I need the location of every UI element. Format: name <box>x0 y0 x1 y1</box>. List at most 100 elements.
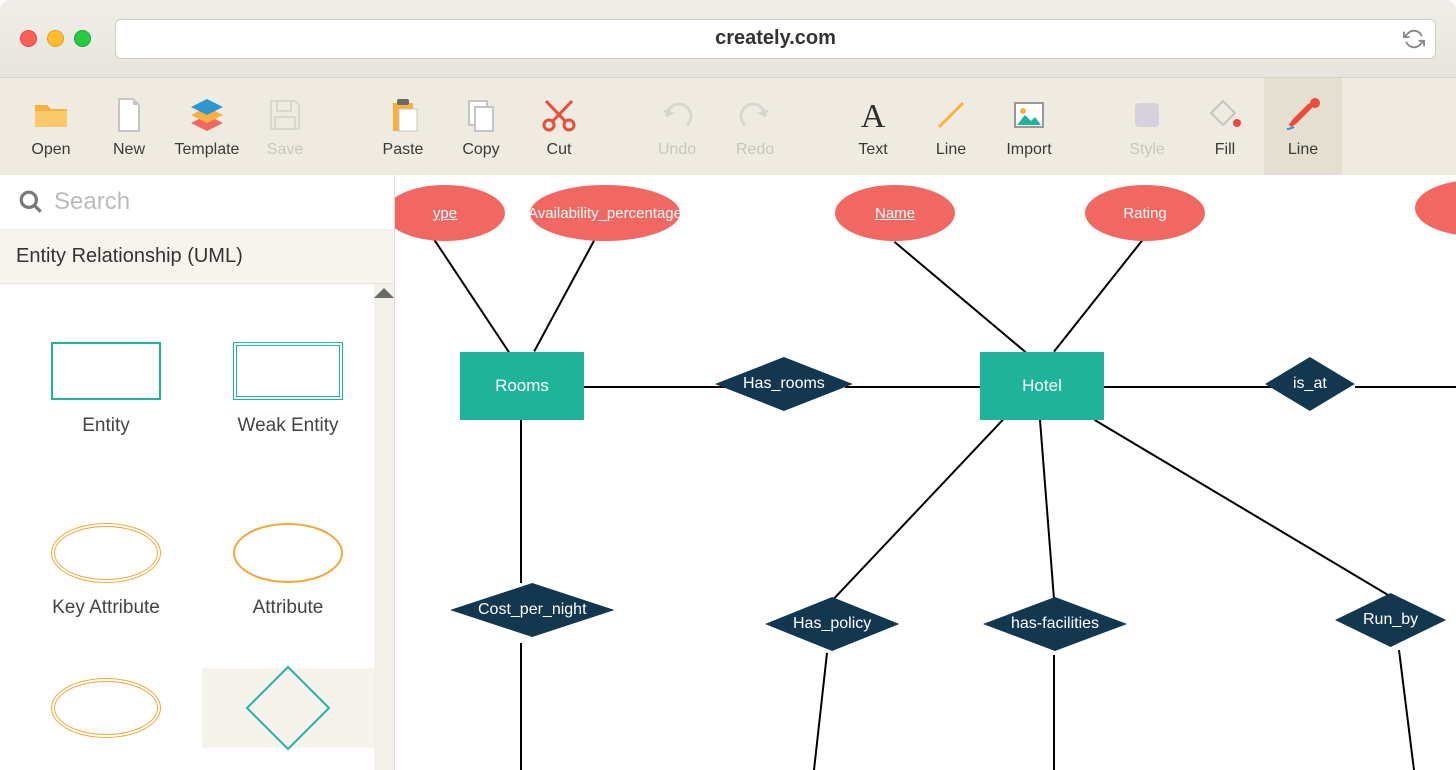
svg-text:A: A <box>861 98 886 135</box>
line-style-button[interactable]: Line <box>1264 78 1342 175</box>
minimize-window-button[interactable] <box>47 30 64 47</box>
diagram-edge[interactable] <box>834 418 1005 599</box>
er-relationship[interactable]: Has_policy <box>765 597 899 651</box>
text-icon: A <box>853 95 893 135</box>
er-attribute[interactable]: St <box>1415 180 1456 236</box>
er-relationship[interactable]: has-facilities <box>983 597 1127 651</box>
cut-button[interactable]: Cut <box>520 78 598 175</box>
shape-label: Weak Entity <box>237 415 338 437</box>
browser-chrome: creately.com <box>0 0 1456 78</box>
shape-weak-entity[interactable]: Weak Entity <box>202 304 374 474</box>
tool-label: Copy <box>462 141 499 159</box>
er-relationship-label: Cost_per_night <box>478 601 587 619</box>
shape-label: Attribute <box>253 597 324 619</box>
save-button: Save <box>246 78 324 175</box>
import-button[interactable]: Import <box>990 78 1068 175</box>
style-icon <box>1127 95 1167 135</box>
maximize-window-button[interactable] <box>74 30 91 47</box>
er-relationship[interactable]: Cost_per_night <box>450 583 615 637</box>
er-relationship[interactable]: is_at <box>1265 357 1355 411</box>
floppy-icon <box>265 95 305 135</box>
diagram-edge[interactable] <box>1094 419 1390 596</box>
er-attribute[interactable]: Name <box>835 185 955 241</box>
tool-label: Undo <box>658 141 696 159</box>
folder-icon <box>31 95 71 135</box>
doc-icon <box>109 95 149 135</box>
er-entity-label: Hotel <box>1022 376 1062 396</box>
undo-button: Undo <box>638 78 716 175</box>
diagram-edge[interactable] <box>434 239 510 353</box>
diagram-edge[interactable] <box>1054 240 1143 352</box>
diagram-edge[interactable] <box>814 653 828 770</box>
tool-label: Line <box>936 141 966 159</box>
shape-key-attribute[interactable]: Key Attribute <box>20 486 192 656</box>
er-relationship-label: has-facilities <box>1011 615 1099 633</box>
diagram-edge[interactable] <box>894 241 1027 353</box>
shape-label: Entity <box>82 415 130 437</box>
tool-label: New <box>113 141 145 159</box>
reload-icon[interactable] <box>1403 28 1425 50</box>
template-button[interactable]: Template <box>168 78 246 175</box>
tool-label: Paste <box>383 141 424 159</box>
scroll-up-arrow-icon[interactable] <box>374 288 394 298</box>
search-input[interactable] <box>54 188 334 216</box>
shape-multivalued-attribute[interactable] <box>20 668 192 748</box>
diag-icon <box>931 95 971 135</box>
shapes-sidebar: Entity Relationship (UML) Entity Weak Ent… <box>0 175 395 770</box>
diagram-edge[interactable] <box>1104 386 1285 388</box>
diagram-edge[interactable] <box>1040 420 1055 599</box>
line-tool-button[interactable]: Line <box>912 78 990 175</box>
new-button[interactable]: New <box>90 78 168 175</box>
tool-label: Style <box>1129 141 1165 159</box>
diagram-edge[interactable] <box>584 386 737 388</box>
tool-label: Redo <box>736 141 774 159</box>
open-button[interactable]: Open <box>12 78 90 175</box>
diagram-edge[interactable] <box>845 386 980 388</box>
close-window-button[interactable] <box>20 30 37 47</box>
tool-label: Template <box>175 141 240 159</box>
paste-icon <box>383 95 423 135</box>
er-entity[interactable]: Rooms <box>460 352 584 420</box>
diagram-edge[interactable] <box>521 643 523 770</box>
er-attribute[interactable]: ype <box>395 185 505 241</box>
text-button[interactable]: A Text <box>834 78 912 175</box>
pencil-icon <box>1283 95 1323 135</box>
diagram-edge[interactable] <box>1054 655 1056 770</box>
tool-label: Save <box>267 141 303 159</box>
stack-icon <box>187 95 227 135</box>
er-entity[interactable]: Hotel <box>980 352 1104 420</box>
main-area: Entity Relationship (UML) Entity Weak Ent… <box>0 175 1456 770</box>
fill-button[interactable]: Fill <box>1186 78 1264 175</box>
relationship-preview-icon <box>228 678 348 738</box>
diagram-edge[interactable] <box>534 240 595 352</box>
er-attribute[interactable]: Rating <box>1085 185 1205 241</box>
multivalued-preview-icon <box>46 678 166 738</box>
diagram-edge[interactable] <box>1399 650 1415 770</box>
er-attribute[interactable]: Availability_percentage <box>530 185 680 241</box>
search-row <box>0 175 394 230</box>
shape-entity[interactable]: Entity <box>20 304 192 474</box>
copy-icon <box>461 95 501 135</box>
url-text: creately.com <box>715 27 836 50</box>
address-bar[interactable]: creately.com <box>115 19 1436 59</box>
paste-button[interactable]: Paste <box>364 78 442 175</box>
weak-entity-preview-icon <box>228 341 348 401</box>
er-attribute-label: Name <box>875 205 915 222</box>
shape-category-header[interactable]: Entity Relationship (UML) <box>0 230 394 284</box>
copy-button[interactable]: Copy <box>442 78 520 175</box>
er-relationship-label: Run_by <box>1363 611 1418 629</box>
scrollbar[interactable] <box>374 284 394 770</box>
shape-attribute[interactable]: Attribute <box>202 486 374 656</box>
er-relationship[interactable]: Has_rooms <box>715 357 853 411</box>
er-entity-label: Rooms <box>495 376 549 396</box>
tool-label: Text <box>858 141 887 159</box>
diagram-canvas[interactable]: ype Availability_percentage Name Rating St Ro… <box>395 175 1456 770</box>
key-attribute-preview-icon <box>46 523 166 583</box>
er-attribute-label: Rating <box>1123 205 1166 222</box>
er-relationship[interactable]: Run_by <box>1335 593 1446 647</box>
diagram-edge[interactable] <box>1355 386 1456 388</box>
shape-relationship[interactable] <box>202 668 374 748</box>
diagram-edge[interactable] <box>521 420 523 583</box>
tool-label: Import <box>1006 141 1051 159</box>
er-relationship-label: Has_rooms <box>743 375 825 393</box>
